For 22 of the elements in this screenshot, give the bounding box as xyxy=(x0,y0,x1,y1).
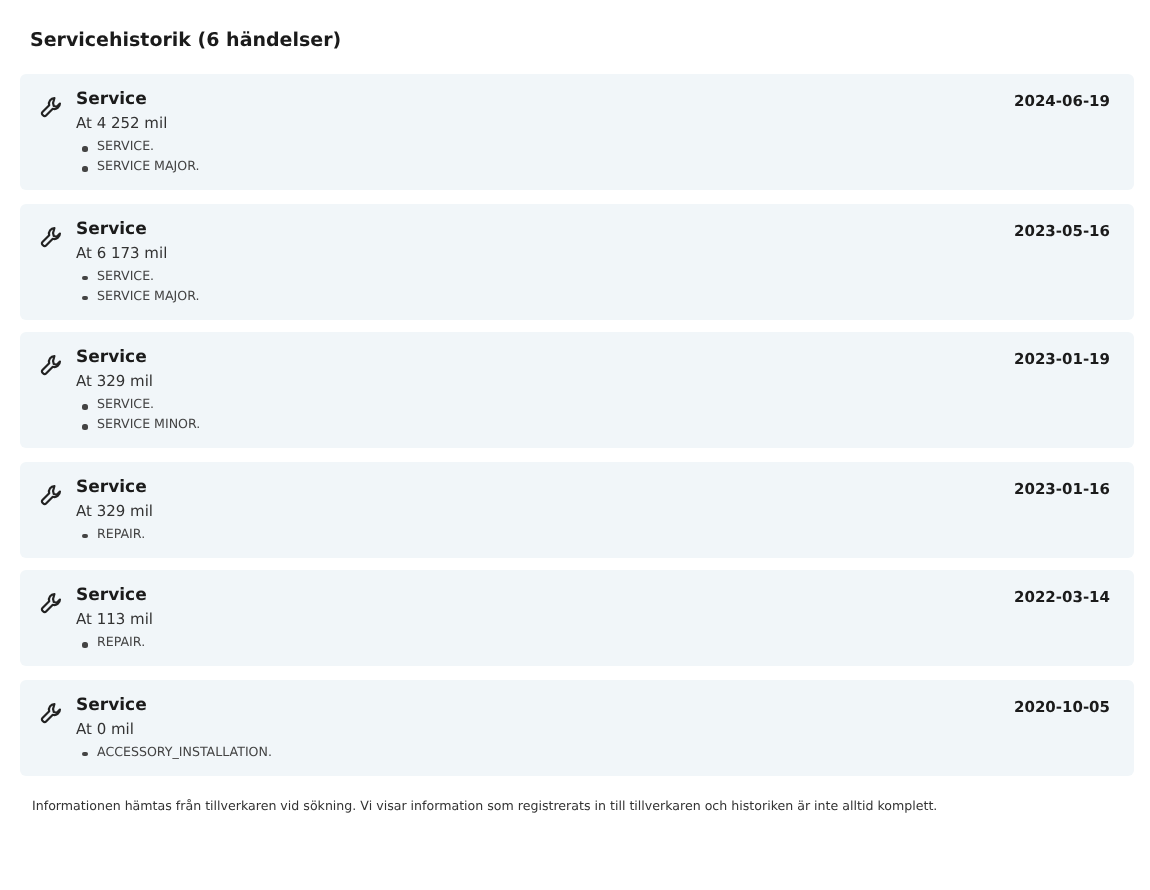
bullet-icon xyxy=(82,295,87,300)
bullet-icon xyxy=(82,751,87,756)
wrench-icon xyxy=(40,701,62,724)
event-title: Service xyxy=(76,586,149,609)
bullet-icon xyxy=(82,146,87,151)
bullet-icon xyxy=(82,404,87,409)
bullet-icon xyxy=(82,533,87,538)
section-heading: Servicehistorik (6 händelser) xyxy=(30,28,344,56)
bullet-icon xyxy=(82,275,87,280)
wrench-icon xyxy=(40,483,62,506)
event-title: Service xyxy=(76,219,149,242)
bullet-icon xyxy=(82,166,87,171)
wrench-icon xyxy=(40,592,62,615)
bullet-icon xyxy=(82,642,87,647)
event-title: Service xyxy=(76,695,149,718)
wrench-icon xyxy=(40,225,62,248)
bullet-icon xyxy=(82,424,87,429)
wrench-icon xyxy=(40,96,62,119)
event-title: Service xyxy=(76,348,149,371)
event-title: Service xyxy=(76,477,149,500)
event-title: Service xyxy=(76,90,149,113)
wrench-icon xyxy=(40,354,62,377)
